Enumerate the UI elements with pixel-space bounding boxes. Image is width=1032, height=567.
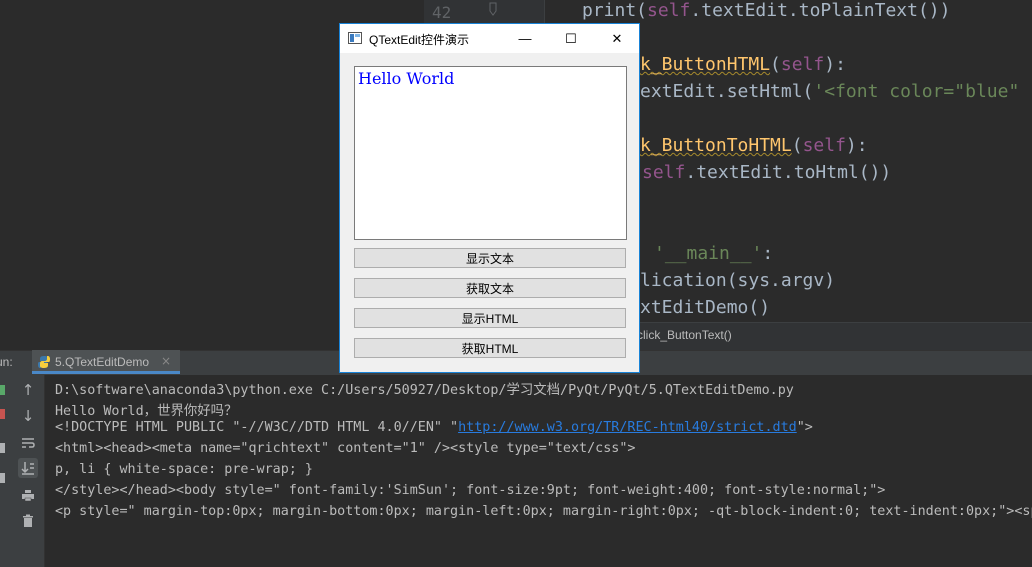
close-button[interactable]: ✕: [594, 24, 640, 53]
code-token: .textEdit.toHtml()): [685, 162, 892, 183]
doctype-link[interactable]: http://www.w3.org/TR/REC-html40/strict.d…: [458, 420, 797, 435]
python-icon: [38, 356, 50, 368]
arrow-up-icon[interactable]: ↑: [18, 380, 38, 400]
window-title: QTextEdit控件演示: [369, 33, 470, 47]
code-token: print(: [582, 0, 648, 21]
qtextedit-demo-window: QTextEdit控件演示 — ☐ ✕ Hello World 显示文本 获取文…: [339, 23, 640, 373]
code-token: :: [762, 243, 774, 264]
code-token: k_ButtonToHTML: [640, 135, 792, 156]
scroll-to-end-icon[interactable]: [18, 458, 38, 478]
show-html-button[interactable]: 显示HTML: [354, 308, 626, 328]
console-line: Hello World，世界你好吗？: [55, 404, 238, 419]
code-token: (: [791, 135, 803, 156]
code-token: self: [802, 135, 846, 156]
restore-layout-icon[interactable]: [0, 443, 5, 453]
code-token: .textEdit.toPlainText()): [690, 0, 951, 21]
line-number: 42: [432, 3, 452, 22]
maximize-button[interactable]: ☐: [548, 24, 594, 53]
run-tab-label: 5.QTextEditDemo: [55, 355, 150, 369]
minimize-button[interactable]: —: [502, 24, 548, 53]
console-line: </style></head><body style=" font-family…: [55, 483, 886, 498]
pin-icon[interactable]: [0, 473, 5, 483]
run-label: un:: [0, 355, 13, 369]
get-text-button[interactable]: 获取文本: [354, 278, 626, 298]
console-line: <html><head><meta name="qrichtext" conte…: [55, 441, 636, 456]
code-line: lication(sys.argv): [640, 270, 835, 291]
code-token: ):: [845, 135, 868, 156]
stop-icon[interactable]: [0, 409, 5, 419]
arrow-down-icon[interactable]: ↓: [18, 406, 38, 426]
print-icon[interactable]: [18, 485, 38, 505]
code-line: xtEditDemo(): [640, 297, 770, 318]
rerun-icon[interactable]: [0, 385, 5, 395]
fold-marker-icon[interactable]: [489, 2, 497, 16]
code-token: '<font color="blue" siz: [813, 81, 1032, 102]
console-line: p, li { white-space: pre-wrap; }: [55, 462, 313, 477]
trash-icon[interactable]: [18, 510, 38, 530]
code-token: k_ButtonHTML: [640, 54, 771, 75]
console-line: D:\software\anaconda3\python.exe C:/User…: [55, 383, 794, 398]
code-line: print(self.textEdit.toPlainText()): [582, 0, 950, 21]
code-token: ):: [824, 54, 846, 75]
close-tab-icon[interactable]: ×: [161, 354, 171, 368]
text-edit-content: Hello World: [358, 69, 455, 88]
console-line: <p style=" margin-top:0px; margin-bottom…: [55, 504, 1032, 519]
code-token: (: [770, 54, 781, 75]
run-left-strip: [0, 375, 10, 567]
code-line: '__main__':: [654, 243, 773, 264]
code-line: self.textEdit.toHtml()): [642, 162, 891, 183]
app-icon: [348, 32, 362, 44]
code-token: xtEditDemo(): [640, 297, 771, 318]
get-html-button[interactable]: 获取HTML: [354, 338, 626, 358]
soft-wrap-icon[interactable]: [18, 433, 38, 453]
code-line: k_ButtonHTML(self):: [640, 54, 846, 75]
text-edit[interactable]: Hello World: [354, 66, 627, 240]
code-token: extEdit.setHtml(: [640, 81, 814, 102]
code-line: k_ButtonToHTML(self):: [640, 135, 868, 156]
code-line: extEdit.setHtml('<font color="blue" siz: [640, 81, 1032, 102]
console-line-doctype: <!DOCTYPE HTML PUBLIC "-//W3C//DTD HTML …: [55, 420, 813, 435]
code-token: '__main__': [654, 243, 763, 264]
doctype-text-end: ">: [796, 420, 813, 435]
code-token: self: [647, 0, 691, 21]
breadcrumb[interactable]: click_ButtonText(): [637, 328, 732, 342]
code-token: self: [642, 162, 686, 183]
code-token: self: [780, 54, 825, 75]
doctype-text: <!DOCTYPE HTML PUBLIC "-//W3C//DTD HTML …: [55, 420, 459, 435]
show-text-button[interactable]: 显示文本: [354, 248, 626, 268]
code-token: lication(sys.argv): [640, 270, 836, 291]
